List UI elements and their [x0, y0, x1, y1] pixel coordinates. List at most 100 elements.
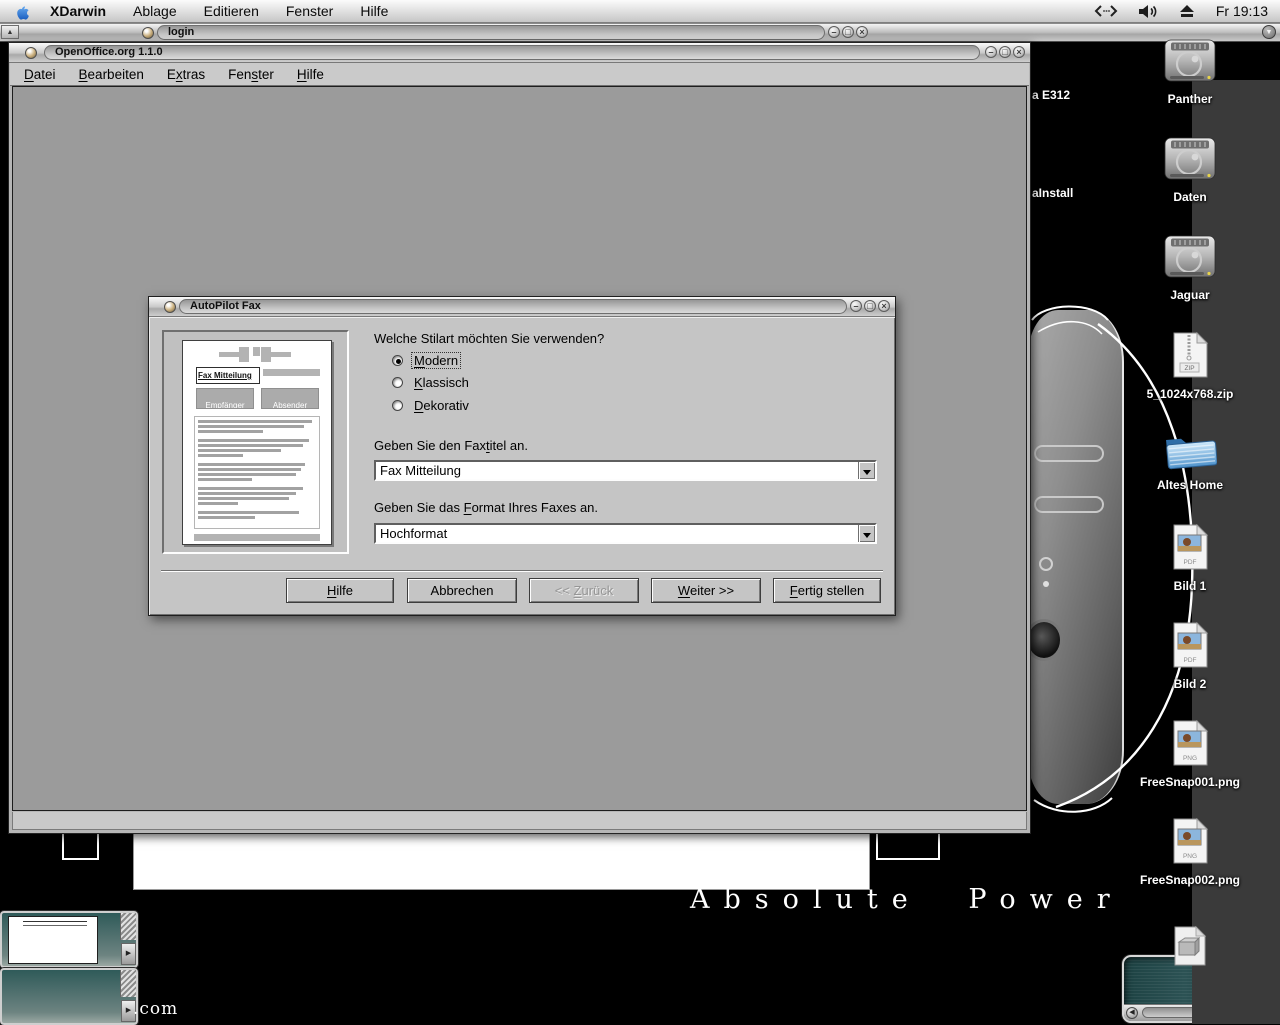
radio-label-modern[interactable]: Modern: [412, 353, 460, 368]
faxtitle-field-label: Geben Sie den Faxtitel an.: [374, 438, 528, 453]
oo-menu-item-hilfe[interactable]: Hilfe: [297, 67, 324, 82]
desktop-icon-label-partial: aInstall: [1032, 186, 1073, 200]
desktop-icon-daten[interactable]: Daten: [1125, 136, 1255, 204]
window-menu-sphere-icon[interactable]: [142, 27, 154, 39]
dropdown-arrow-button[interactable]: [858, 462, 875, 479]
wallpaper-white-band: [133, 831, 870, 890]
menubar-items: Ablage Editieren Fenster Hilfe: [106, 3, 388, 19]
desktop-icon-altes-home[interactable]: Altes Home: [1125, 426, 1255, 492]
dialog-button-hilfe[interactable]: Hilfe: [286, 578, 394, 603]
mini-window-grip[interactable]: [120, 970, 136, 997]
apple-menu-icon[interactable]: [14, 2, 30, 20]
mini-window-grip[interactable]: [120, 913, 136, 940]
dialog-titlebar[interactable]: AutoPilot Fax – □ ×: [149, 297, 895, 317]
preview-text-line: [198, 439, 309, 442]
oo-menu-item-fenster[interactable]: Fenster: [228, 67, 274, 82]
dialog-button-weiter[interactable]: Weiter >>: [651, 578, 761, 603]
faxtitle-combobox[interactable]: Fax Mitteilung: [374, 460, 877, 481]
menubar-clock[interactable]: Fr 19:13: [1216, 3, 1268, 19]
maximize-button[interactable]: □: [842, 26, 854, 38]
volume-icon[interactable]: [1138, 4, 1158, 19]
svg-text:PDF: PDF: [1184, 657, 1197, 664]
wallpaper-slogan: Absolute Power: [690, 884, 1124, 915]
chevron-down-icon: [863, 470, 871, 475]
imagedoc-icon: PNG: [1167, 720, 1213, 767]
eject-icon[interactable]: [1178, 4, 1196, 18]
desktop-icon-label: Panther: [1125, 92, 1255, 106]
preview-text-line: [198, 454, 243, 457]
mini-window-arrow-button[interactable]: ▶: [121, 943, 136, 965]
oo-menu-item-extras[interactable]: Extras: [167, 67, 205, 82]
preview-text-line: [198, 492, 296, 495]
mac-menu-item-editieren[interactable]: Editieren: [204, 3, 259, 19]
oo-menu-item-datei[interactable]: Datei: [24, 67, 56, 82]
openoffice-window-title: OpenOffice.org 1.1.0: [45, 46, 979, 59]
mac-menu-item-hilfe[interactable]: Hilfe: [360, 3, 388, 19]
preview-text-line: [198, 516, 255, 519]
preview-text-line: [198, 478, 252, 481]
mac-menu-item-fenster[interactable]: Fenster: [286, 3, 333, 19]
dialog-button-abbrechen[interactable]: Abbrechen: [407, 578, 517, 603]
desktop-icon-5-1024x768-zip[interactable]: ZIP 5_1024x768.zip: [1125, 332, 1255, 401]
maximize-button[interactable]: □: [999, 46, 1011, 58]
close-button[interactable]: ×: [856, 26, 868, 38]
harddrive-icon: [1162, 234, 1218, 280]
dialog-window-controls: – □ ×: [850, 300, 890, 312]
shaded-window-login[interactable]: ▲ login – □ × ▼: [0, 23, 1280, 42]
title-capsule[interactable]: OpenOffice.org 1.1.0: [44, 45, 980, 60]
minimize-button[interactable]: –: [850, 300, 862, 312]
desktop-icon-panther[interactable]: Panther: [1125, 38, 1255, 106]
input-menu-icon[interactable]: [1094, 4, 1118, 18]
powermac-tower-image: [1028, 310, 1124, 804]
minimize-button[interactable]: –: [828, 26, 840, 38]
close-button[interactable]: ×: [1013, 46, 1025, 58]
dropdown-arrow-button[interactable]: [858, 525, 875, 542]
scroll-left-button[interactable]: ◀: [1126, 1007, 1138, 1019]
desktop-icon-label: 5_1024x768.zip: [1125, 387, 1255, 401]
login-title-capsule[interactable]: login: [157, 25, 825, 40]
menubar-app-name[interactable]: XDarwin: [50, 3, 106, 19]
desktop-icon-label: FreeSnap001.png: [1125, 775, 1255, 789]
mini-window[interactable]: ▶: [0, 968, 138, 1025]
preview-text-line: [198, 444, 303, 447]
shade-up-button[interactable]: ▲: [1, 25, 19, 39]
desktop-icon-freesnap001-png[interactable]: PNG FreeSnap001.png: [1125, 720, 1255, 789]
mac-menu-item-ablage[interactable]: Ablage: [133, 3, 177, 19]
format-combobox[interactable]: Hochformat: [374, 523, 877, 544]
mini-window-document[interactable]: ▶: [0, 911, 138, 968]
format-value: Hochformat: [380, 525, 447, 542]
openoffice-titlebar[interactable]: OpenOffice.org 1.1.0 – □ ×: [9, 43, 1030, 63]
preview-text-line: [198, 425, 304, 428]
radio-klassisch[interactable]: [392, 377, 403, 388]
desktop-icon-bild-2[interactable]: PDFBild 2: [1125, 622, 1255, 691]
preview-doc-title: Fax Mitteilung: [196, 367, 260, 384]
style-option-row: Dekorativ: [392, 398, 471, 412]
window-menu-sphere-icon[interactable]: [164, 301, 176, 313]
svg-text:PNG: PNG: [1183, 853, 1197, 860]
desktop-icon-bild-1[interactable]: PDFBild 1: [1125, 524, 1255, 593]
oo-menu-item-bearbeiten[interactable]: Bearbeiten: [79, 67, 144, 82]
radio-label-dekorativ[interactable]: Dekorativ: [412, 398, 471, 413]
desktop-icon-jaguar[interactable]: Jaguar: [1125, 234, 1255, 302]
window-menu-sphere-icon[interactable]: [25, 47, 37, 59]
package-icon: [1169, 926, 1211, 966]
radio-modern[interactable]: [392, 355, 403, 366]
desktop-icon-label: Bild 1: [1125, 579, 1255, 593]
radio-label-klassisch[interactable]: Klassisch: [412, 375, 471, 390]
title-capsule[interactable]: AutoPilot Fax: [179, 299, 847, 314]
dialog-title: AutoPilot Fax: [180, 300, 846, 313]
login-window-title: login: [158, 26, 824, 39]
desktop-icon-freesnap002-png[interactable]: PNGFreeSnap002.png: [1125, 818, 1255, 887]
minimize-button[interactable]: –: [985, 46, 997, 58]
close-button[interactable]: ×: [878, 300, 890, 312]
svg-text:ZIP: ZIP: [1184, 365, 1194, 372]
desktop-icon-package[interactable]: [1125, 926, 1255, 971]
dialog-button-fertig-stellen[interactable]: Fertig stellen: [773, 578, 881, 603]
maximize-button[interactable]: □: [864, 300, 876, 312]
radio-dekorativ[interactable]: [392, 400, 403, 411]
openoffice-statusbar: [12, 812, 1027, 830]
shade-down-button[interactable]: ▼: [1262, 25, 1276, 39]
preview-sender-box: Absender: [261, 388, 319, 409]
window-controls: – □ ×: [985, 46, 1025, 58]
harddrive-icon: [1162, 38, 1218, 84]
